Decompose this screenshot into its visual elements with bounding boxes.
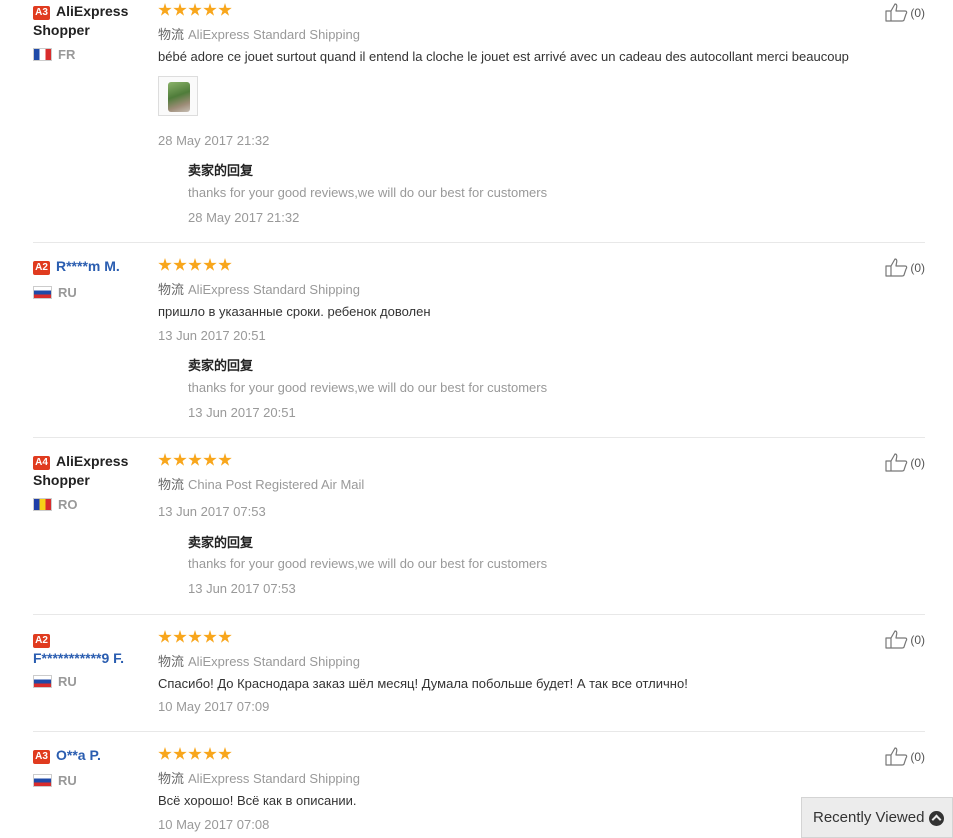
helpful-button[interactable]: (0) (885, 747, 925, 766)
recently-viewed-toggle[interactable]: Recently Viewed (801, 797, 953, 838)
reviewer-country: RU (33, 674, 77, 689)
review-date: 13 Jun 2017 20:51 (158, 328, 266, 343)
star-icon (173, 258, 187, 271)
seller-reply-title: 卖家的回复 (188, 163, 254, 178)
flag-ru-icon (33, 675, 52, 688)
star-icon (158, 258, 172, 271)
reviewer-country: FR (33, 47, 75, 62)
review-item: A2 F***********9 F. RU 物流 AliExpress Stan… (33, 629, 925, 732)
reviewer-name[interactable]: O**a P. (56, 747, 101, 763)
star-icon (218, 630, 232, 643)
star-icon (173, 747, 187, 760)
seller-reply-title: 卖家的回复 (188, 358, 254, 373)
star-icon (203, 3, 217, 16)
star-icon (188, 258, 202, 271)
shipping-method: 物流 AliExpress Standard Shipping (158, 654, 361, 669)
star-icon (173, 453, 187, 466)
seller-reply-text: thanks for your good reviews,we will do … (188, 185, 548, 200)
helpful-button[interactable]: (0) (885, 3, 925, 22)
star-icon (188, 747, 202, 760)
star-icon (158, 747, 172, 760)
helpful-button[interactable]: (0) (885, 630, 925, 649)
review-item: A2 R****m M. RU 物流 AliExpress Standard Shi… (33, 257, 925, 438)
star-rating (158, 3, 233, 19)
seller-reply-text: thanks for your good reviews,we will do … (188, 556, 548, 571)
reviewer-country: RU (33, 285, 77, 300)
flag-fr-icon (33, 48, 52, 61)
buyer-level-badge: A3 (33, 750, 50, 764)
reviewer-name[interactable]: R****m M. (56, 258, 120, 274)
buyer-level-badge: A2 (33, 634, 50, 648)
buyer-level-badge: A4 (33, 456, 50, 470)
reviewer-country: RO (33, 497, 78, 512)
star-icon (188, 3, 202, 16)
thumbs-up-icon (885, 453, 908, 472)
helpful-button[interactable]: (0) (885, 453, 925, 472)
review-text: пришло в указанные сроки. ребенок доволе… (158, 304, 431, 319)
star-rating (158, 747, 233, 763)
review-date: 10 May 2017 07:08 (158, 817, 270, 832)
star-icon (158, 453, 172, 466)
star-icon (218, 3, 232, 16)
star-icon (173, 3, 187, 16)
review-text: Спасибо! До Краснодара заказ шёл месяц! … (158, 676, 688, 691)
seller-reply-text: thanks for your good reviews,we will do … (188, 380, 548, 395)
star-icon (158, 3, 172, 16)
star-icon (203, 747, 217, 760)
star-rating (158, 630, 233, 646)
seller-reply-date: 28 May 2017 21:32 (188, 210, 300, 225)
star-icon (218, 258, 232, 271)
review-item: A3 O**a P. RU 物流 AliExpress Standard Shipp… (33, 746, 925, 838)
review-photo-thumbnail[interactable] (158, 76, 198, 116)
flag-ru-icon (33, 774, 52, 787)
star-icon (173, 630, 187, 643)
review-date: 28 May 2017 21:32 (158, 133, 270, 148)
review-text: Всё хорошо! Всё как в описании. (158, 793, 357, 808)
reviewer-country: RU (33, 773, 77, 788)
star-rating (158, 258, 233, 274)
seller-reply-title: 卖家的回复 (188, 535, 254, 550)
review-date: 13 Jun 2017 07:53 (158, 504, 266, 519)
star-icon (203, 258, 217, 271)
review-date: 10 May 2017 07:09 (158, 699, 270, 714)
review-item: A3 AliExpress Shopper FR 物流 AliExpress Sta… (33, 0, 925, 243)
seller-reply-date: 13 Jun 2017 07:53 (188, 581, 296, 596)
review-text: bébé adore ce jouet surtout quand il ent… (158, 49, 849, 64)
thumbs-up-icon (885, 630, 908, 649)
star-icon (158, 630, 172, 643)
star-icon (203, 630, 217, 643)
shipping-method: 物流 China Post Registered Air Mail (158, 477, 365, 492)
review-item: A4 AliExpress Shopper RO 物流 China Post Reg… (33, 452, 925, 615)
star-icon (188, 630, 202, 643)
buyer-level-badge: A3 (33, 6, 50, 20)
star-rating (158, 453, 233, 469)
shipping-method: 物流 AliExpress Standard Shipping (158, 771, 361, 786)
buyer-level-badge: A2 (33, 261, 50, 275)
thumbs-up-icon (885, 747, 908, 766)
helpful-button[interactable]: (0) (885, 258, 925, 277)
thumbs-up-icon (885, 3, 908, 22)
thumbs-up-icon (885, 258, 908, 277)
flag-ro-icon (33, 498, 52, 511)
recently-viewed-label: Recently Viewed (813, 809, 925, 826)
chevron-up-icon (929, 811, 944, 826)
reviewer-name[interactable]: F***********9 F. (33, 650, 124, 666)
shipping-method: 物流 AliExpress Standard Shipping (158, 27, 361, 42)
flag-ru-icon (33, 286, 52, 299)
star-icon (218, 747, 232, 760)
star-icon (203, 453, 217, 466)
star-icon (218, 453, 232, 466)
star-icon (188, 453, 202, 466)
shipping-method: 物流 AliExpress Standard Shipping (158, 282, 361, 297)
seller-reply-date: 13 Jun 2017 20:51 (188, 405, 296, 420)
